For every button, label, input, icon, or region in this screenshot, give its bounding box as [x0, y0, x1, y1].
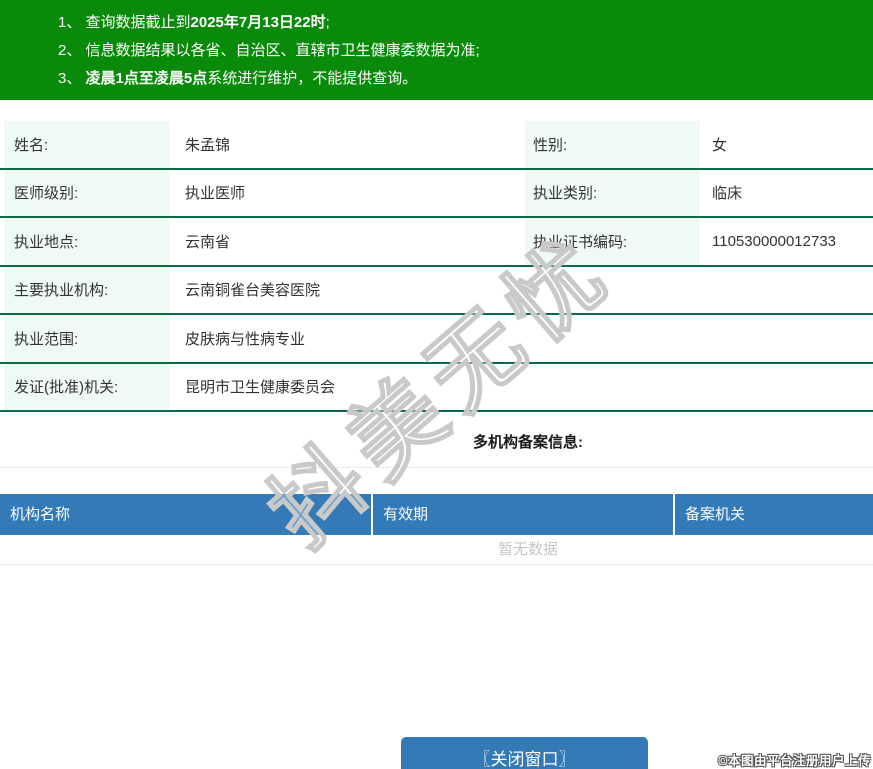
notice-line-3: 3、 凌晨1点至凌晨5点系统进行维护，不能提供查询。	[58, 70, 418, 87]
practitioner-info-table: 姓名: 朱孟锦 性别: 女 医师级别: 执业医师 执业类别: 临床 执业地点: …	[0, 121, 873, 412]
filing-section-title: 多机构备案信息:	[473, 434, 583, 451]
gender-label: 性别:	[525, 121, 700, 168]
certificate-number-label: 执业证书编码:	[525, 218, 700, 265]
practice-location-label: 执业地点:	[4, 218, 170, 265]
name-label: 姓名:	[4, 121, 170, 168]
main-institution-label: 主要执业机构:	[4, 266, 170, 313]
close-window-button[interactable]: 〖关闭窗口〗	[401, 737, 648, 769]
filing-section: 多机构备案信息:	[0, 412, 873, 467]
doctor-level-value: 执业医师	[185, 185, 246, 203]
copyright-badge: ©本图由平台注册用户上传	[718, 754, 871, 768]
name-value: 朱孟锦	[185, 136, 231, 154]
doctor-level-label: 医师级别:	[4, 169, 170, 216]
column-header-institution-name: 机构名称	[0, 494, 373, 535]
practice-location-value: 云南省	[185, 233, 231, 251]
notice-line-2: 2、 信息数据结果以各省、自治区、直辖市卫生健康委数据为准;	[58, 42, 480, 59]
issuing-authority-label: 发证(批准)机关:	[4, 363, 170, 410]
table-row: 执业范围: 皮肤病与性病专业	[0, 315, 873, 364]
no-data-text: 暂无数据	[497, 541, 558, 558]
practice-scope-value: 皮肤病与性病专业	[185, 330, 306, 348]
main-institution-value: 云南铜雀台美容医院	[185, 282, 321, 300]
filing-table-header: 机构名称 有效期 备案机关	[0, 494, 873, 535]
gender-value: 女	[712, 136, 728, 154]
certificate-number-value: 110530000012733	[712, 232, 837, 250]
issuing-authority-value: 昆明市卫生健康委员会	[185, 379, 336, 397]
practice-category-label: 执业类别:	[525, 169, 700, 216]
column-header-validity-period: 有效期	[373, 494, 675, 535]
notice-line-1: 1、 查询数据截止到2025年7月13日22时;	[58, 14, 330, 31]
column-header-filing-authority: 备案机关	[685, 506, 746, 523]
practice-scope-label: 执业范围:	[4, 315, 170, 362]
notice-banner: 1、 查询数据截止到2025年7月13日22时; 2、 信息数据结果以各省、自治…	[0, 0, 873, 100]
table-row: 发证(批准)机关: 昆明市卫生健康委员会	[0, 363, 873, 412]
doctor-license-query-result-page: 1、 查询数据截止到2025年7月13日22时; 2、 信息数据结果以各省、自治…	[0, 0, 873, 769]
table-row: 执业地点: 云南省 执业证书编码: 110530000012733	[0, 218, 873, 267]
table-row: 主要执业机构: 云南铜雀台美容医院	[0, 266, 873, 315]
divider	[0, 467, 873, 468]
table-row: 姓名: 朱孟锦 性别: 女	[0, 121, 873, 170]
filing-table-empty-row: 暂无数据	[0, 535, 873, 565]
practice-category-value: 临床	[712, 185, 743, 203]
table-row: 医师级别: 执业医师 执业类别: 临床	[0, 169, 873, 218]
